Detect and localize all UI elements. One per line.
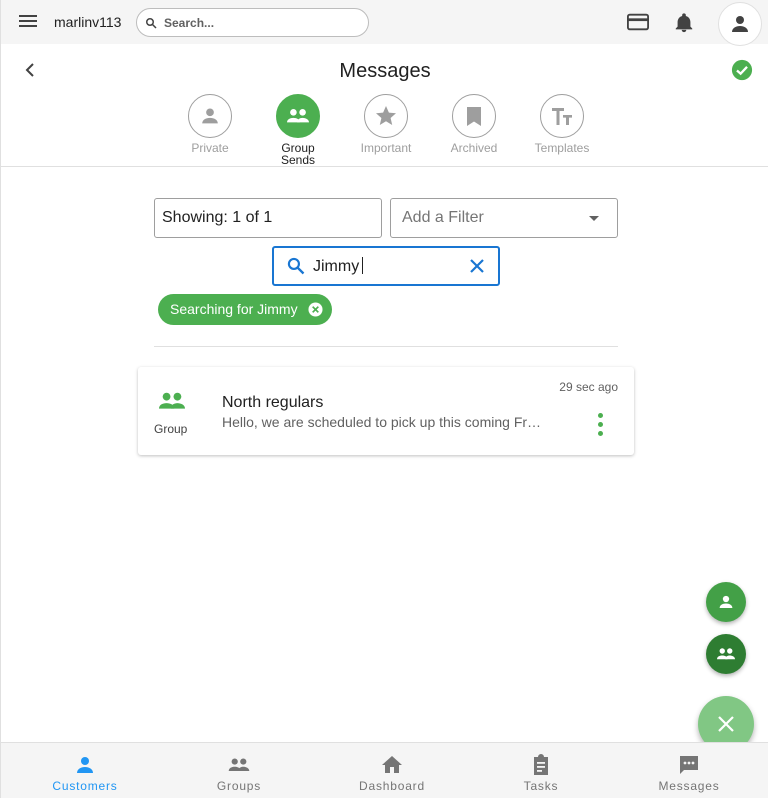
tab-label: Archived xyxy=(450,141,498,155)
new-group-message-button[interactable] xyxy=(706,634,746,674)
person-icon xyxy=(202,108,218,124)
search-icon xyxy=(287,257,305,275)
bell-icon[interactable] xyxy=(673,11,695,35)
group-icon xyxy=(228,758,250,771)
home-icon xyxy=(382,756,402,773)
star-icon xyxy=(376,106,396,125)
search-chip: Searching for Jimmy xyxy=(158,294,332,325)
message-search-field[interactable]: Jimmy xyxy=(272,246,500,286)
more-vert-icon[interactable] xyxy=(596,413,604,439)
text-format-icon xyxy=(552,108,572,125)
nav-groups[interactable]: Groups xyxy=(179,743,299,798)
message-title: North regulars xyxy=(222,394,324,411)
message-search-input[interactable]: Jimmy xyxy=(313,258,359,275)
clear-icon[interactable] xyxy=(468,257,486,275)
add-filter-select[interactable]: Add a Filter xyxy=(390,198,618,238)
global-search[interactable] xyxy=(136,8,369,37)
page-title: Messages xyxy=(339,60,431,82)
message-preview: Hello, we are scheduled to pick up this … xyxy=(222,414,542,430)
search-icon xyxy=(146,18,157,29)
message-time: 29 sec ago xyxy=(559,380,618,394)
filters-divider xyxy=(154,346,618,347)
nav-label: Messages xyxy=(658,779,720,793)
bottom-nav: Customers Groups Dashboard Tasks Message… xyxy=(1,742,768,798)
tab-label: Group Sends xyxy=(280,141,316,167)
new-private-message-button[interactable] xyxy=(706,582,746,622)
account-avatar[interactable] xyxy=(718,2,762,46)
nav-label: Dashboard xyxy=(359,779,425,793)
tab-templates[interactable]: Templates xyxy=(527,94,597,154)
add-filter-label: Add a Filter xyxy=(402,209,484,226)
person-icon xyxy=(77,757,93,773)
nav-label: Groups xyxy=(216,779,262,793)
tab-group-sends[interactable]: Group Sends xyxy=(263,94,333,166)
message-card[interactable]: Group North regulars Hello, we are sched… xyxy=(138,367,634,455)
bookmark-icon xyxy=(467,107,481,126)
top-bar: marlinv113 xyxy=(1,0,768,46)
nav-tasks[interactable]: Tasks xyxy=(481,743,601,798)
chip-remove-icon[interactable] xyxy=(308,302,323,317)
search-chip-label: Searching for Jimmy xyxy=(170,301,298,317)
text-cursor xyxy=(362,257,364,274)
group-icon xyxy=(717,648,735,660)
showing-count-field: Showing: 1 of 1 xyxy=(154,198,382,238)
menu-icon[interactable] xyxy=(19,12,39,32)
group-icon xyxy=(287,109,309,123)
message-type: Group xyxy=(154,422,188,436)
tabs-divider xyxy=(1,166,768,167)
nav-label: Customers xyxy=(52,779,118,793)
check-circle-icon[interactable] xyxy=(731,59,753,81)
tab-label: Templates xyxy=(534,141,590,155)
clipboard-icon xyxy=(534,754,548,775)
tab-private[interactable]: Private xyxy=(175,94,245,154)
username: marlinv113 xyxy=(54,14,122,30)
tab-important[interactable]: Important xyxy=(351,94,421,154)
group-icon xyxy=(159,392,185,409)
nav-label: Tasks xyxy=(523,779,559,793)
credit-card-icon[interactable] xyxy=(627,12,649,32)
nav-customers[interactable]: Customers xyxy=(25,743,145,798)
person-icon xyxy=(719,595,733,608)
nav-dashboard[interactable]: Dashboard xyxy=(332,743,452,798)
app-root: marlinv113 Messages Private Group Sends … xyxy=(0,0,768,798)
nav-messages[interactable]: Messages xyxy=(629,743,749,798)
close-icon xyxy=(718,716,734,732)
person-icon xyxy=(732,16,748,32)
caret-down-icon xyxy=(589,216,599,221)
chat-icon xyxy=(680,756,698,774)
global-search-input[interactable] xyxy=(164,14,359,32)
tab-label: Important xyxy=(360,141,412,155)
tab-label: Private xyxy=(191,141,229,155)
tab-archived[interactable]: Archived xyxy=(439,94,509,154)
